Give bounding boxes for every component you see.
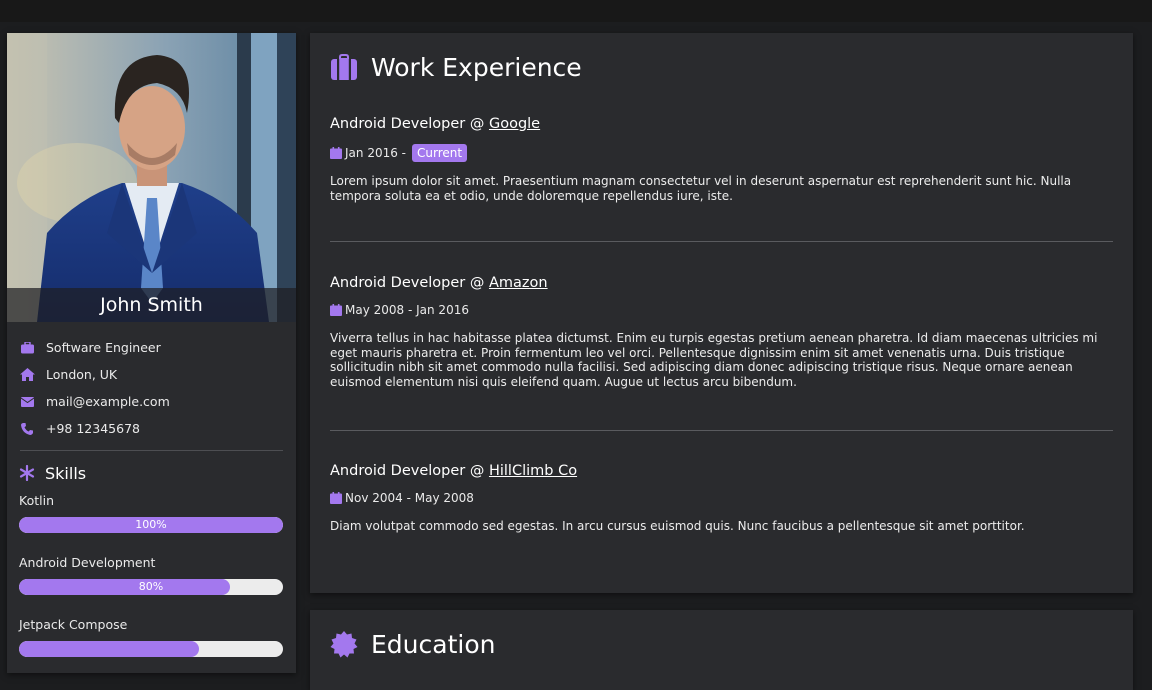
skill-progress-fill — [19, 641, 199, 657]
briefcase-icon — [19, 340, 35, 356]
job-separator — [330, 241, 1113, 242]
job-title: Android Developer @ HillClimb Co — [330, 463, 1113, 479]
education-title: Education — [371, 630, 496, 659]
job-description: Diam volutpat commodo sed egestas. In ar… — [330, 519, 1025, 533]
email-row: mail@example.com — [19, 388, 284, 415]
education-card: Education — [310, 610, 1133, 690]
portrait-image — [7, 33, 296, 322]
envelope-icon — [19, 394, 35, 410]
job-description: Viverra tellus in hac habitasse platea d… — [330, 331, 1098, 389]
phone-icon — [19, 421, 35, 437]
job-entry: Android Developer @ Google Jan 2016 - Cu… — [330, 116, 1113, 203]
skills-title: Skills — [45, 463, 87, 483]
skill-item: Kotlin 100% — [7, 491, 296, 533]
skill-progress-bar — [19, 641, 283, 657]
suitcase-icon — [330, 53, 358, 82]
work-experience-card: Work Experience Android Developer @ Goog… — [310, 33, 1133, 593]
skill-progress-label: 100% — [135, 518, 167, 531]
location-row: London, UK — [19, 361, 284, 388]
home-icon — [19, 367, 35, 383]
job-date-row: Jan 2016 - Current — [330, 144, 1113, 162]
skill-item: Android Development 80% — [7, 553, 296, 595]
certificate-icon — [330, 630, 358, 659]
current-badge: Current — [412, 144, 468, 162]
company-link[interactable]: Amazon — [489, 275, 548, 291]
calendar-icon — [330, 304, 342, 316]
profile-sidebar: John Smith Software Engineer London, UK … — [7, 33, 296, 673]
job-date: Jan 2016 - — [345, 146, 406, 160]
role-row: Software Engineer — [19, 334, 284, 361]
asterisk-icon — [19, 465, 35, 481]
profile-photo: John Smith — [7, 33, 296, 322]
calendar-icon — [330, 147, 342, 159]
skill-progress-bar: 100% — [19, 517, 283, 533]
job-entry: Android Developer @ HillClimb Co Nov 200… — [330, 463, 1113, 534]
skill-name: Kotlin — [19, 493, 54, 508]
skill-name: Android Development — [19, 555, 156, 570]
job-date-row: Nov 2004 - May 2008 — [330, 491, 1113, 505]
work-experience-title: Work Experience — [371, 53, 582, 82]
skills-header: Skills — [7, 451, 296, 485]
work-experience-header: Work Experience — [330, 53, 582, 82]
job-role: Android Developer @ — [330, 275, 489, 291]
calendar-icon — [330, 492, 342, 504]
phone-row: +98 12345678 — [19, 415, 284, 442]
role-text: Software Engineer — [46, 340, 161, 355]
phone-text[interactable]: +98 12345678 — [46, 421, 140, 436]
email-text[interactable]: mail@example.com — [46, 394, 170, 409]
skill-item: Jetpack Compose — [7, 615, 296, 657]
job-role: Android Developer @ — [330, 463, 489, 479]
education-header: Education — [330, 630, 495, 659]
company-link[interactable]: Google — [489, 116, 540, 132]
profile-name: John Smith — [7, 288, 296, 322]
contact-info: Software Engineer London, UK mail@exampl… — [7, 322, 296, 442]
job-date: Nov 2004 - May 2008 — [345, 491, 474, 505]
job-separator — [330, 430, 1113, 431]
job-entry: Android Developer @ Amazon May 2008 - Ja… — [330, 275, 1113, 389]
top-band — [0, 0, 1152, 22]
job-role: Android Developer @ — [330, 116, 489, 132]
skill-progress-label: 80% — [138, 580, 164, 593]
skill-progress-bar: 80% — [19, 579, 283, 595]
company-link[interactable]: HillClimb Co — [489, 463, 577, 479]
skill-name: Jetpack Compose — [19, 617, 128, 632]
job-date: May 2008 - Jan 2016 — [345, 303, 469, 317]
job-date-row: May 2008 - Jan 2016 — [330, 303, 1113, 317]
location-text: London, UK — [46, 367, 118, 382]
job-title: Android Developer @ Amazon — [330, 275, 1113, 291]
job-description: Lorem ipsum dolor sit amet. Praesentium … — [330, 174, 1072, 203]
job-title: Android Developer @ Google — [330, 116, 1113, 132]
